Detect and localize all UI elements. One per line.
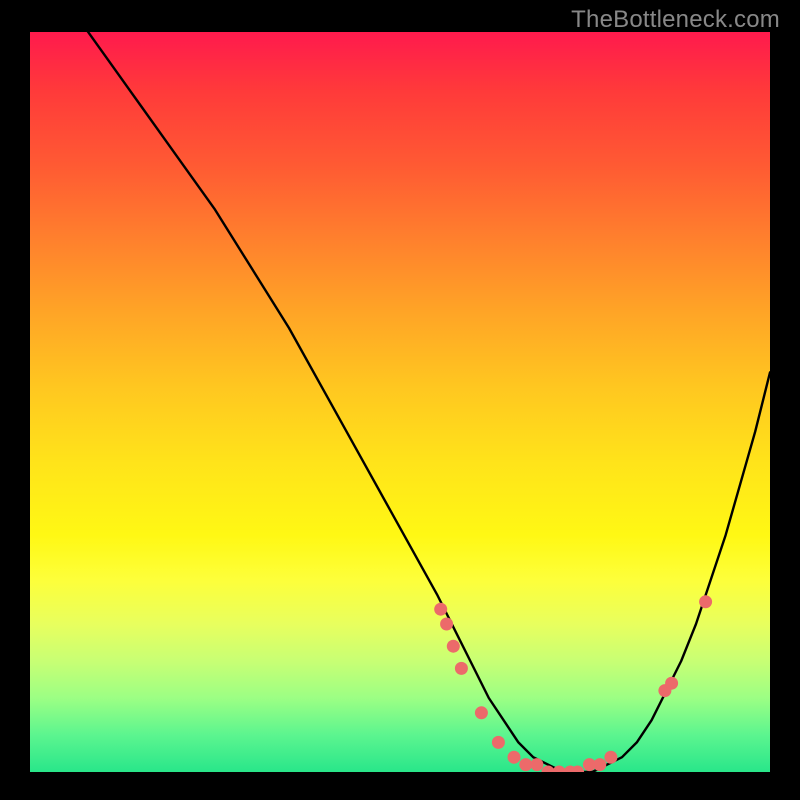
data-point xyxy=(519,758,532,771)
data-point xyxy=(508,751,521,764)
data-point xyxy=(604,751,617,764)
chart-svg xyxy=(30,32,770,772)
data-point xyxy=(475,706,488,719)
data-point xyxy=(447,640,460,653)
data-point xyxy=(434,603,447,616)
bottleneck-curve xyxy=(30,32,770,772)
chart-container: TheBottleneck.com xyxy=(0,0,800,800)
data-point xyxy=(492,736,505,749)
data-point xyxy=(455,662,468,675)
data-point xyxy=(553,766,566,773)
data-points xyxy=(434,595,712,772)
data-point xyxy=(530,758,543,771)
data-point xyxy=(440,618,453,631)
plot-area xyxy=(30,32,770,772)
data-point xyxy=(593,758,606,771)
watermark-text: TheBottleneck.com xyxy=(571,6,780,34)
data-point xyxy=(699,595,712,608)
data-point xyxy=(665,677,678,690)
